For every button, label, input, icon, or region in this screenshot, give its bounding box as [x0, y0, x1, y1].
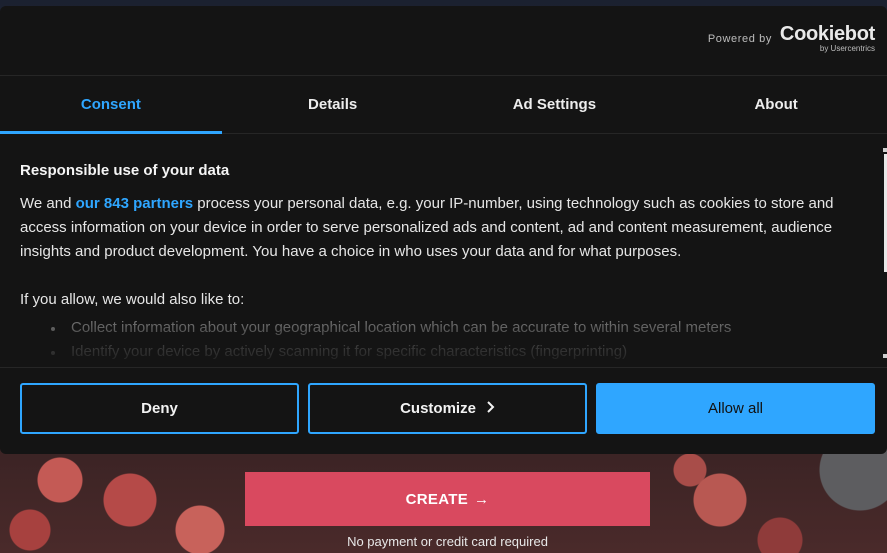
- create-label: CREATE: [405, 490, 469, 508]
- dialog-footer: Deny Customize Allow all: [0, 367, 887, 454]
- allow-all-button[interactable]: Allow all: [596, 383, 875, 434]
- content-heading: Responsible use of your data: [20, 162, 230, 179]
- consent-content[interactable]: Responsible use of your data We and our …: [0, 134, 887, 366]
- create-button[interactable]: CREATE →: [245, 472, 650, 526]
- customize-label: Customize: [400, 400, 476, 417]
- list-item: Collect information about your geographi…: [51, 316, 867, 340]
- partners-link[interactable]: our 843 partners: [76, 195, 194, 212]
- tab-details[interactable]: Details: [222, 76, 444, 133]
- content-scrollbar[interactable]: [883, 148, 887, 358]
- cookie-consent-dialog: Powered by Cookiebot by Usercentrics Con…: [0, 6, 887, 454]
- cookiebot-logo[interactable]: Cookiebot by Usercentrics: [780, 24, 875, 53]
- deny-label: Deny: [141, 400, 178, 417]
- logo-sub-text: by Usercentrics: [819, 44, 875, 53]
- list-item: Identify your device by actively scannin…: [51, 340, 867, 364]
- no-payment-note: No payment or credit card required: [347, 534, 548, 549]
- dialog-header: Powered by Cookiebot by Usercentrics: [0, 6, 887, 76]
- deny-button[interactable]: Deny: [20, 383, 299, 434]
- logo-main-text: Cookiebot: [779, 23, 875, 45]
- purpose-list: Collect information about your geographi…: [20, 316, 867, 364]
- also-like-text: If you allow, we would also like to:: [20, 291, 245, 308]
- scroll-up-arrow-icon[interactable]: [883, 148, 887, 152]
- tab-ad-settings[interactable]: Ad Settings: [444, 76, 666, 133]
- tab-about[interactable]: About: [665, 76, 887, 133]
- powered-by: Powered by Cookiebot by Usercentrics: [708, 24, 875, 53]
- customize-button[interactable]: Customize: [308, 383, 587, 434]
- allow-all-label: Allow all: [707, 400, 764, 417]
- scroll-down-arrow-icon[interactable]: [883, 354, 887, 358]
- tab-consent[interactable]: Consent: [0, 76, 222, 134]
- chevron-right-icon: [486, 400, 495, 417]
- consent-intro: We and our 843 partners process your per…: [20, 192, 867, 264]
- powered-by-text: Powered by: [707, 32, 772, 45]
- arrow-right-icon: →: [474, 490, 490, 508]
- intro-before: We and: [20, 195, 76, 212]
- tab-bar: Consent Details Ad Settings About: [0, 76, 887, 134]
